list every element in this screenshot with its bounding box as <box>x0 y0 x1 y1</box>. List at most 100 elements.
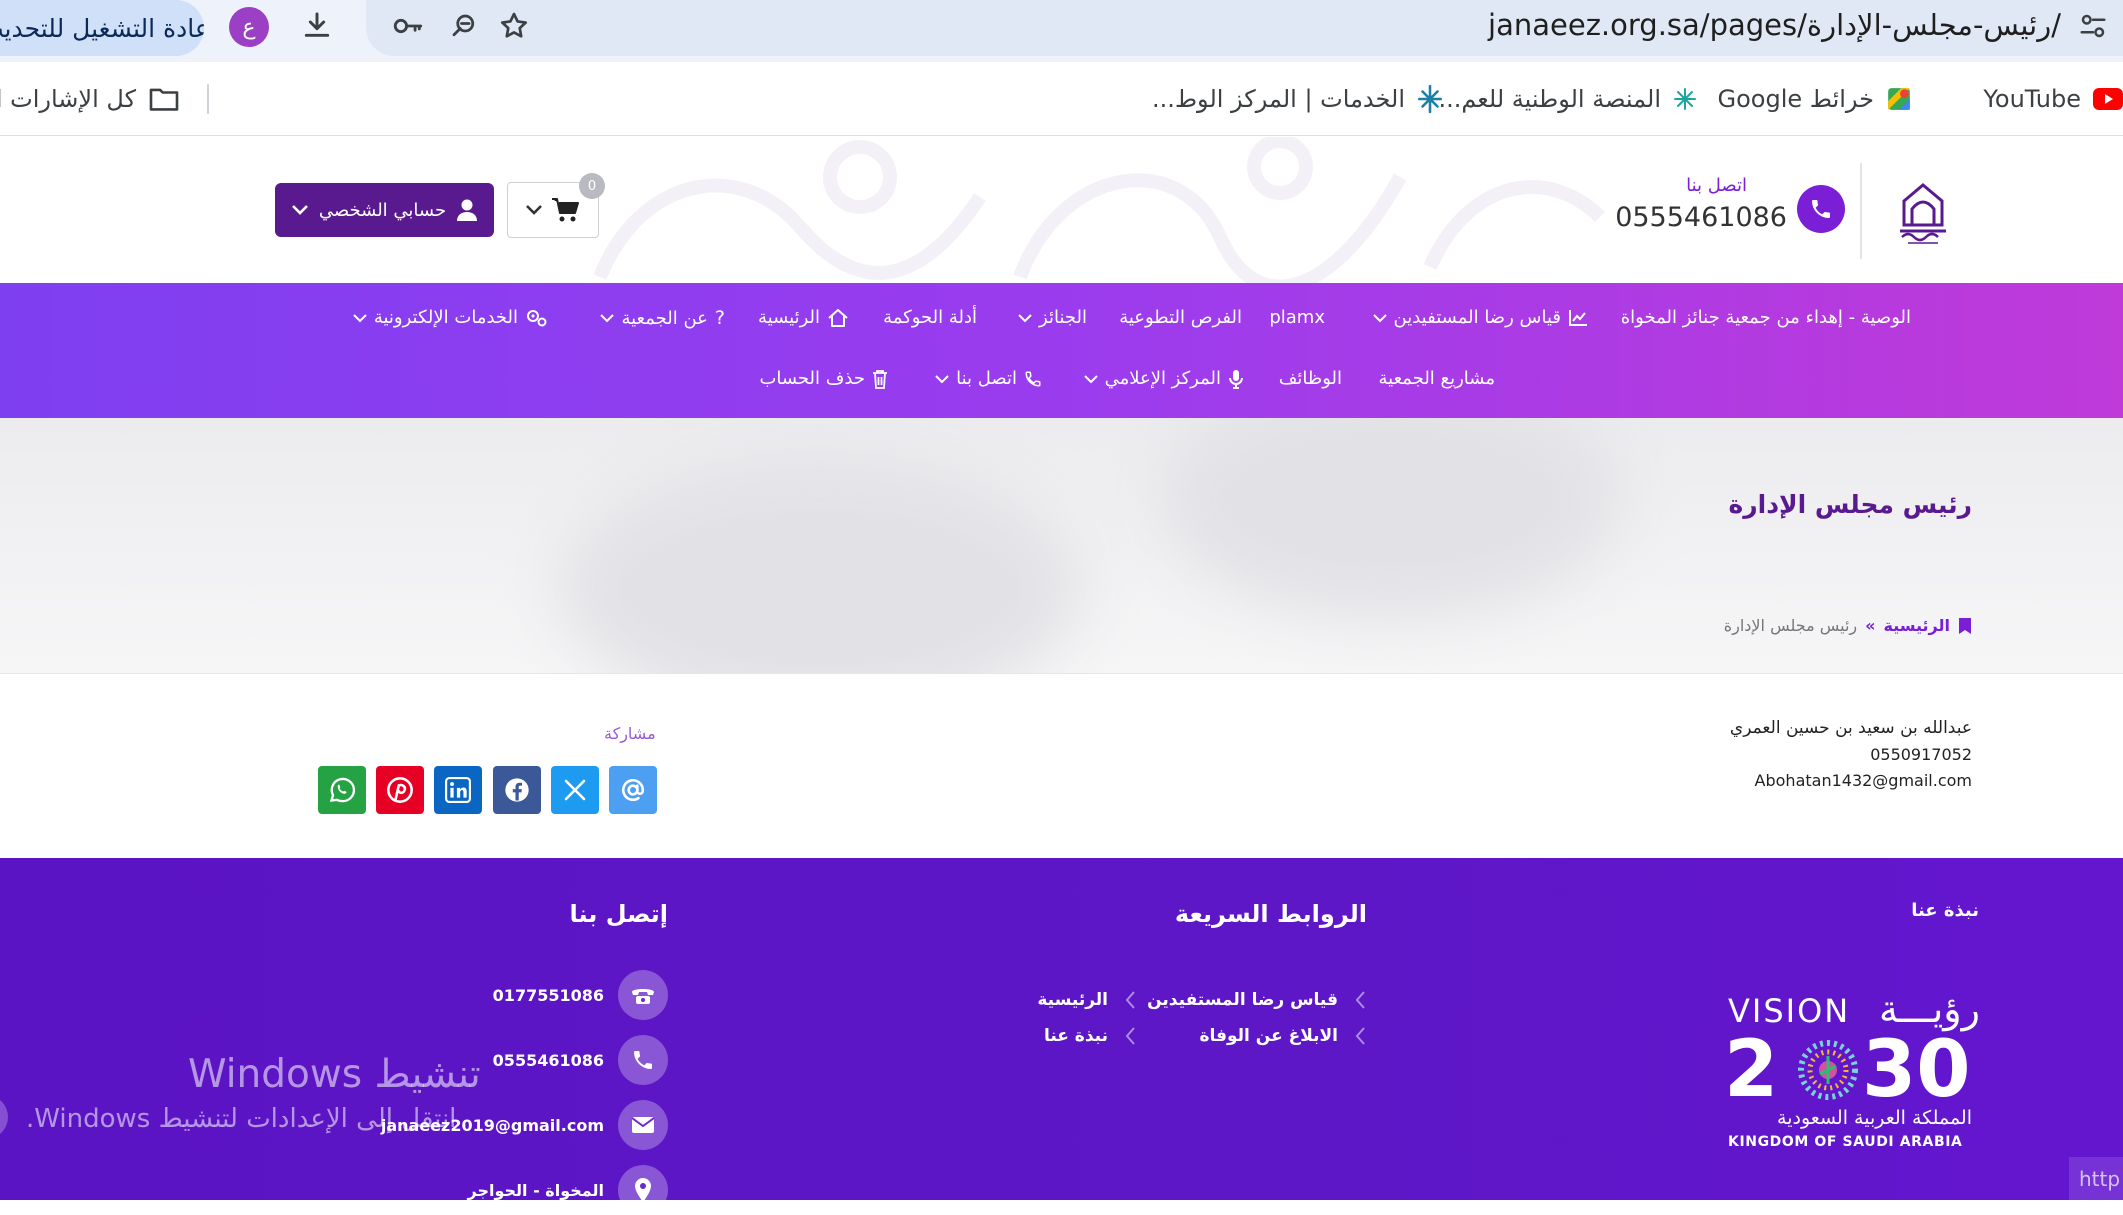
bookmark-icon <box>1958 617 1972 635</box>
nav-label: الوظائف <box>1278 368 1342 389</box>
nav-plamx[interactable]: plamx <box>1269 307 1325 328</box>
maps-icon <box>1886 86 1912 112</box>
header-divider <box>1860 163 1862 259</box>
phone-icon[interactable] <box>1797 185 1845 233</box>
nav-home[interactable]: الرئيسية <box>758 307 849 328</box>
footer-link-label: الابلاغ عن الوفاة <box>1199 1026 1338 1046</box>
download-icon[interactable] <box>297 6 337 46</box>
nav-volunteer[interactable]: الفرص التطوعية <box>1119 307 1242 328</box>
nav-governance[interactable]: أدلة الحوكمة <box>883 307 977 328</box>
person-email: Abohatan1432@gmail.com <box>1754 771 1972 790</box>
share-linkedin-button[interactable] <box>434 766 482 814</box>
nav-label: plamx <box>1269 307 1325 328</box>
nav-delete-account[interactable]: حذف الحساب <box>759 368 888 389</box>
nav-satisfaction[interactable]: قياس رضا المستفيدين <box>1372 307 1588 328</box>
header-ornament <box>593 137 1605 283</box>
person-name: عبدالله بن سعيد بن حسين العمري <box>1729 718 1972 738</box>
nav-label: مشاريع الجمعية <box>1378 368 1495 389</box>
bookmark-national-platform[interactable]: المنصة الوطنية للعم... <box>1438 80 1697 118</box>
footer-links-title: الروابط السريعة <box>1174 900 1367 928</box>
footer-link-label: قياس رضا المستفيدين <box>1147 990 1338 1010</box>
cart-count-badge: 0 <box>579 173 605 199</box>
contact-phone[interactable]: 0555461086 <box>1615 202 1787 233</box>
sparkle-icon <box>1417 84 1443 114</box>
status-url-tooltip: http <box>2069 1157 2123 1200</box>
nav-label: الفرص التطوعية <box>1119 307 1242 328</box>
contact-value: 0177551086 <box>492 985 604 1005</box>
bookmarks-bar: YouTube خرائط Google المنصة الوطنية للعم… <box>0 62 2123 136</box>
share-facebook-button[interactable] <box>493 766 541 814</box>
vision-2030-logo: رؤيـــة VISION 2 30 المملكة العربية السع… <box>1722 978 1984 1150</box>
site-logo[interactable] <box>1876 167 1970 261</box>
bookmark-youtube[interactable]: YouTube <box>1983 80 2123 118</box>
star-icon[interactable] <box>494 6 534 46</box>
bookmark-google-maps[interactable]: خرائط Google <box>1718 80 1912 118</box>
footer-contact-title: إتصل بنا <box>569 900 668 928</box>
key-icon[interactable] <box>388 6 428 46</box>
page-title: رئيس مجلس الإدارة <box>1728 490 1972 519</box>
relaunch-button[interactable]: إعادة التشغيل للتحديث <box>0 0 204 56</box>
nav-label: الجنائز <box>1039 307 1087 328</box>
youtube-icon <box>2093 88 2123 110</box>
nav-projects[interactable]: مشاريع الجمعية <box>1379 368 1495 389</box>
sparkle-icon <box>1673 87 1697 111</box>
nav-funerals[interactable]: الجنائز <box>1018 307 1087 328</box>
nav-e-services[interactable]: الخدمات الإلكترونية <box>353 307 549 328</box>
bookmark-label: المنصة الوطنية للعم... <box>1438 85 1661 113</box>
windows-activation-subtitle: انتقل إلى الإعدادات لتنشيط Windows. <box>26 1104 457 1134</box>
footer-contact-location[interactable]: المخواة - الحواجر <box>467 1165 668 1215</box>
chevron-down-icon <box>600 313 615 323</box>
bookmark-divider <box>207 84 209 114</box>
floating-widget[interactable] <box>0 1095 8 1139</box>
nav-about[interactable]: ? عن الجمعية <box>600 307 725 329</box>
chart-icon <box>1568 309 1588 327</box>
home-icon <box>827 308 849 328</box>
chevron-down-icon <box>935 374 949 384</box>
mobile-phone-icon <box>618 1035 668 1085</box>
folder-icon <box>148 86 180 112</box>
footer-contact-mobile[interactable]: 0555461086 <box>493 1035 668 1085</box>
envelope-icon <box>618 1100 668 1150</box>
vision-year-left: 2 <box>1724 1025 1778 1115</box>
share-whatsapp-button[interactable] <box>318 766 366 814</box>
footer-link-home[interactable]: الرئيسية <box>1037 990 1136 1010</box>
url-text[interactable]: janaeez.org.sa/pages/رئيس-مجلس-الإدارة/ <box>1488 8 2061 42</box>
nav-jobs[interactable]: الوظائف <box>1279 368 1342 389</box>
account-button[interactable]: حسابي الشخصي <box>275 183 494 237</box>
footer-link-report-death[interactable]: الابلاغ عن الوفاة <box>1199 1026 1366 1046</box>
footer-link-satisfaction[interactable]: قياس رضا المستفيدين <box>1147 990 1366 1010</box>
chevron-down-icon <box>353 313 367 323</box>
share-pinterest-button[interactable] <box>376 766 424 814</box>
breadcrumb-home-link[interactable]: الرئيسية <box>1884 616 1951 635</box>
zoom-icon[interactable] <box>444 6 484 46</box>
bookmark-label: الخدمات | المركز الوط... <box>1151 85 1405 113</box>
footer-contact-telephone[interactable]: 0177551086 <box>493 970 668 1020</box>
breadcrumb-separator: » <box>1865 616 1876 635</box>
nav-media-center[interactable]: المركز الإعلامي <box>1083 368 1244 389</box>
nav-contact[interactable]: اتصل بنا <box>935 368 1042 389</box>
nav-will[interactable]: الوصية - إهداء من جمعية جنائز المخواة <box>1621 307 1911 328</box>
nav-label: حذف الحساب <box>759 368 865 389</box>
pinterest-icon <box>386 776 414 804</box>
linkedin-icon <box>445 777 471 803</box>
tune-icon[interactable] <box>2073 6 2113 46</box>
telephone-icon <box>618 970 668 1020</box>
vision-year-right: 30 <box>1862 1025 1971 1115</box>
bookmark-label: YouTube <box>1983 85 2081 113</box>
vision-emblem-icon <box>1798 1040 1858 1100</box>
bookmark-services[interactable]: الخدمات | المركز الوط... <box>1152 80 1443 118</box>
profile-avatar[interactable]: ع <box>229 7 269 47</box>
nav-label: قياس رضا المستفيدين <box>1393 307 1561 328</box>
share-email-button[interactable] <box>609 766 657 814</box>
at-icon <box>620 777 646 803</box>
question-icon: ? <box>714 307 725 329</box>
omnibox[interactable]: janaeez.org.sa/pages/رئيس-مجلس-الإدارة/ <box>366 0 2123 56</box>
main-nav: الوصية - إهداء من جمعية جنائز المخواة قي… <box>0 283 2123 418</box>
bookmark-all-folder[interactable]: كل الإشارات المرجعية <box>0 80 180 118</box>
windows-activation-title: تنشيط Windows <box>188 1052 481 1097</box>
nav-label: أدلة الحوكمة <box>883 307 977 328</box>
share-x-button[interactable] <box>551 766 599 814</box>
phone-icon <box>1024 370 1042 388</box>
footer-link-about[interactable]: نبذة عنا <box>1044 1026 1136 1046</box>
nav-label: الخدمات الإلكترونية <box>373 307 518 328</box>
